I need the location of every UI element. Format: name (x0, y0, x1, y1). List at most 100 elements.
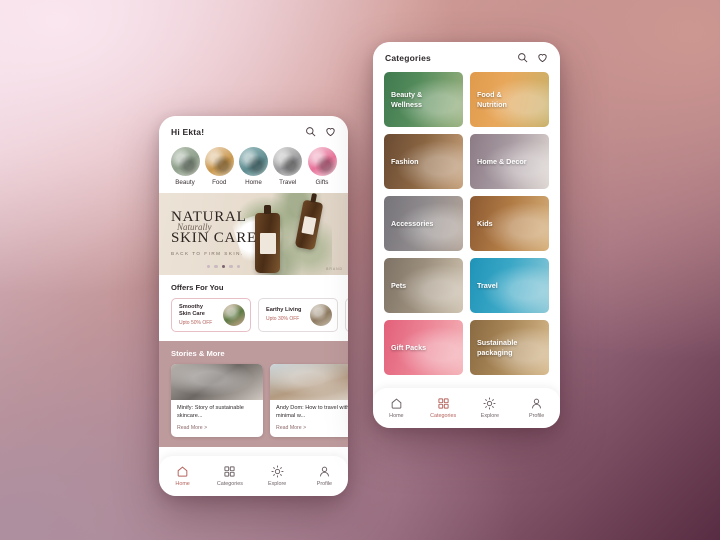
story-card[interactable]: Minify: Story of sustainable skincare...… (171, 364, 263, 437)
search-icon[interactable] (305, 126, 316, 137)
nav-label: Profile (528, 413, 545, 419)
categories-topbar-icons (517, 52, 548, 63)
category-tile-label: Fashion (391, 156, 419, 166)
home-thumbnail (239, 147, 268, 176)
person-icon (530, 397, 543, 410)
offer-card[interactable]: Smoothy Skin Care Upto 50% OFF (171, 298, 251, 332)
category-tile-label: Sustainable packaging (470, 338, 517, 356)
phone-categories-screen: Categories Beauty & Wellness Food & Nutr… (373, 42, 560, 428)
offer-text: Earthy Living Upto 30% OFF (266, 307, 301, 322)
offer-discount: Upto 30% OFF (266, 316, 300, 323)
stories-carousel[interactable]: Minify: Story of sustainable skincare...… (159, 364, 348, 437)
offer-name-line-2: Skin Care (179, 310, 205, 317)
category-tile-label: Beauty & Wellness (384, 90, 422, 108)
nav-label: Explore (267, 481, 287, 487)
circle-category-strip: Beauty Food Home Travel Gifts (159, 143, 348, 193)
search-icon[interactable] (517, 52, 528, 63)
circle-label: Travel (279, 179, 297, 186)
nav-label: Home (175, 481, 190, 487)
category-tile-food-nutrition[interactable]: Food & Nutrition (470, 72, 549, 127)
story-read-more-link[interactable]: Read More > (276, 425, 348, 431)
person-icon (318, 465, 331, 478)
tile-label-line-1: Food & (477, 90, 502, 100)
category-tile-fashion[interactable]: Fashion (384, 134, 463, 189)
category-tile-label: Accessories (391, 218, 434, 228)
travel-thumbnail (273, 147, 303, 176)
home-bottom-nav: Home Categories Explore Profile (159, 456, 348, 496)
story-card[interactable]: Andy Dom: How to travel with minimal w..… (270, 364, 348, 437)
circle-label: Gifts (315, 179, 329, 186)
grid-icon (223, 465, 236, 478)
nav-item-home[interactable]: Home (163, 465, 203, 487)
offer-name-line-1: Smoothy (179, 303, 203, 310)
sun-icon (271, 465, 284, 478)
nav-item-profile[interactable]: Profile (517, 397, 557, 419)
story-image (171, 364, 263, 400)
gifts-thumbnail (307, 147, 337, 176)
category-tile-accessories[interactable]: Accessories (384, 196, 463, 251)
tile-label-line-1: Sustainable (477, 338, 518, 348)
home-icon (176, 465, 189, 478)
carousel-dot[interactable] (207, 264, 211, 268)
category-tile-label: Gift Packs (391, 342, 427, 352)
banner-subtitle: BACK TO FIRM SKIN. (171, 251, 244, 257)
nav-item-profile[interactable]: Profile (304, 465, 344, 487)
stories-section-title: Stories & More (171, 349, 225, 358)
heart-icon[interactable] (325, 126, 336, 137)
category-tile-sustainable-packaging[interactable]: Sustainable packaging (470, 320, 549, 375)
page-title: Categories (385, 52, 431, 63)
banner-line-2: SKIN CARE (171, 230, 257, 247)
circle-category-travel[interactable]: Travel (273, 147, 303, 186)
offers-carousel[interactable]: Smoothy Skin Care Upto 50% OFF Earthy Li… (159, 298, 348, 332)
food-thumbnail (204, 147, 234, 176)
nav-item-explore[interactable]: Explore (470, 397, 510, 419)
banner-brand-mark: BRAND (326, 267, 343, 271)
offer-card[interactable]: Herbal Upto 20% OFF (345, 298, 348, 332)
category-tile-travel[interactable]: Travel (470, 258, 549, 313)
tile-label-line-2: Nutrition (477, 99, 507, 109)
heart-icon[interactable] (537, 52, 548, 63)
categories-topbar: Categories (373, 42, 560, 69)
circle-category-food[interactable]: Food (204, 147, 234, 186)
stories-section: Stories & More Minify: Story of sustaina… (159, 341, 348, 447)
category-tile-gift-packs[interactable]: Gift Packs (384, 320, 463, 375)
carousel-dot[interactable] (229, 264, 233, 268)
home-icon (390, 397, 403, 410)
offers-section: Offers For You Smoothy Skin Care Upto 50… (159, 275, 348, 341)
offer-card[interactable]: Earthy Living Upto 30% OFF (258, 298, 338, 332)
category-tile-label: Travel (477, 280, 498, 290)
nav-item-categories[interactable]: Categories (423, 397, 463, 419)
circle-category-gifts[interactable]: Gifts (307, 147, 337, 186)
category-tile-beauty-wellness[interactable]: Beauty & Wellness (384, 72, 463, 127)
category-tile-kids[interactable]: Kids (470, 196, 549, 251)
phone-home-screen: Hi Ekta! Beauty Food Home Travel Gifts N… (159, 116, 348, 496)
banner-bottle-primary (255, 205, 280, 273)
circle-category-home[interactable]: Home (239, 147, 269, 186)
carousel-dot[interactable] (214, 264, 218, 268)
carousel-dot[interactable] (236, 264, 240, 268)
home-topbar-icons (305, 126, 336, 137)
story-read-more-link[interactable]: Read More > (177, 425, 257, 431)
greeting-text: Hi Ekta! (171, 126, 205, 137)
nav-item-explore[interactable]: Explore (257, 465, 297, 487)
home-topbar: Hi Ekta! (159, 116, 348, 143)
categories-grid: Beauty & Wellness Food & Nutrition Fashi… (373, 69, 560, 375)
mockup-canvas: Hi Ekta! Beauty Food Home Travel Gifts N… (0, 0, 720, 540)
circle-label: Beauty (175, 179, 195, 186)
category-tile-home-decor[interactable]: Home & Decor (470, 134, 549, 189)
nav-label: Explore (480, 413, 500, 419)
category-tile-pets[interactable]: Pets (384, 258, 463, 313)
story-body: Andy Dom: How to travel with minimal w..… (270, 400, 348, 437)
nav-item-categories[interactable]: Categories (210, 465, 250, 487)
circle-label: Food (212, 179, 227, 186)
offer-thumbnail (310, 304, 332, 326)
carousel-dot-active[interactable] (221, 264, 226, 268)
hero-banner[interactable]: NATURAL Naturally SKIN CARE BACK TO FIRM… (159, 193, 348, 275)
banner-carousel-dots[interactable] (207, 264, 240, 268)
circle-category-beauty[interactable]: Beauty (170, 147, 200, 186)
story-image (270, 364, 348, 400)
nav-label: Home (389, 413, 404, 419)
nav-item-home[interactable]: Home (376, 397, 416, 419)
tile-label-line-1: Beauty & (391, 90, 423, 100)
story-body: Minify: Story of sustainable skincare...… (171, 400, 263, 437)
